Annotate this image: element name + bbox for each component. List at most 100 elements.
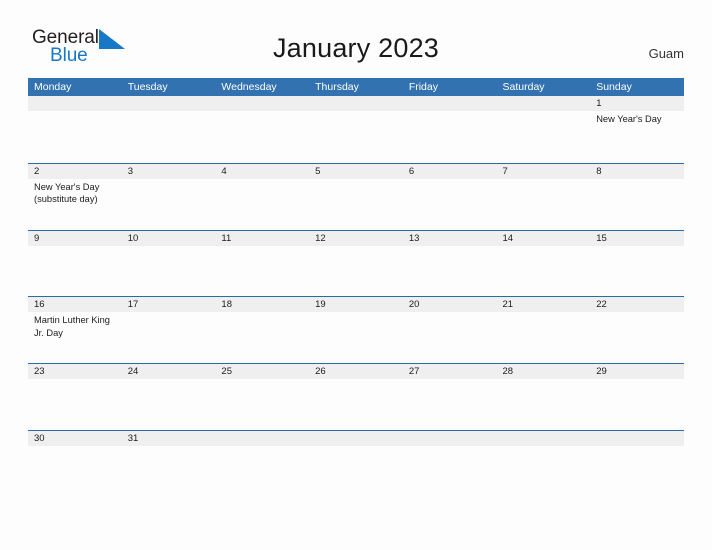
day-event [497,111,591,162]
day-event [403,379,497,430]
day-number[interactable]: 13 [403,231,497,246]
week-number-band: 2 3 4 5 6 7 8 [28,163,684,179]
day-event [590,379,684,430]
day-number[interactable] [403,96,497,111]
day-number[interactable] [28,96,122,111]
day-event: New Year's Day (substitute day) [34,181,100,205]
day-number[interactable]: 25 [215,364,309,379]
day-event [497,312,591,363]
day-event [122,246,216,297]
day-number[interactable] [215,96,309,111]
day-event [590,446,684,497]
day-event [28,111,122,162]
week-row: 9 10 11 12 13 14 15 [28,229,684,297]
calendar-grid: Monday Tuesday Wednesday Thursday Friday… [28,78,684,497]
day-event: Martin Luther King Jr. Day [34,315,110,338]
day-number[interactable]: 22 [590,297,684,312]
page-header: General Blue January 2023 Guam [0,0,712,78]
weekday-header-wednesday: Wednesday [221,81,277,93]
week-row: 30 31 [28,429,684,497]
day-number[interactable]: 6 [403,164,497,179]
day-event [215,246,309,297]
day-number[interactable]: 17 [122,297,216,312]
day-number[interactable]: 11 [215,231,309,246]
day-number[interactable]: 23 [28,364,122,379]
day-number[interactable]: 18 [215,297,309,312]
day-number[interactable]: 10 [122,231,216,246]
day-event [309,179,403,230]
day-event [403,312,497,363]
week-number-band: 9 10 11 12 13 14 15 [28,230,684,246]
weekday-header-saturday: Saturday [502,81,545,93]
day-number[interactable]: 26 [309,364,403,379]
day-event [590,246,684,297]
day-number[interactable]: 15 [590,231,684,246]
day-number[interactable]: 27 [403,364,497,379]
day-event [122,312,216,363]
day-number[interactable] [215,431,309,446]
day-event [215,111,309,162]
day-event [309,446,403,497]
day-number[interactable]: 12 [309,231,403,246]
week-event-band [28,445,684,497]
day-number[interactable]: 7 [497,164,591,179]
day-number[interactable] [497,96,591,111]
calendar-location-label: Guam [648,46,684,61]
day-event [122,379,216,430]
day-number[interactable]: 9 [28,231,122,246]
day-event [215,446,309,497]
day-number[interactable]: 2 [28,164,122,179]
day-number[interactable]: 24 [122,364,216,379]
week-event-band [28,379,684,431]
day-event [122,179,216,230]
day-number[interactable]: 31 [122,431,216,446]
day-event [403,179,497,230]
day-event [309,312,403,363]
day-event [28,246,122,297]
day-number[interactable] [403,431,497,446]
day-event [122,446,216,497]
day-number[interactable]: 16 [28,297,122,312]
day-event [215,312,309,363]
day-number[interactable]: 14 [497,231,591,246]
week-row: 16 17 18 19 20 21 22 Martin Luther King … [28,296,684,364]
day-event [403,246,497,297]
day-number[interactable]: 20 [403,297,497,312]
day-number[interactable]: 3 [122,164,216,179]
week-number-band: 23 24 25 26 27 28 29 [28,364,684,380]
day-number[interactable] [122,96,216,111]
day-event [497,246,591,297]
day-event [309,246,403,297]
day-number[interactable] [497,431,591,446]
day-event [28,379,122,430]
weekday-header-thursday: Thursday [315,81,359,93]
day-number[interactable]: 30 [28,431,122,446]
day-number[interactable]: 8 [590,164,684,179]
day-number[interactable] [590,431,684,446]
day-event [497,179,591,230]
day-event [215,379,309,430]
day-number[interactable]: 28 [497,364,591,379]
day-event [28,446,122,497]
day-event [309,111,403,162]
day-number[interactable] [309,96,403,111]
day-event [497,379,591,430]
week-number-band: 30 31 [28,430,684,446]
day-number[interactable]: 4 [215,164,309,179]
day-number[interactable]: 5 [309,164,403,179]
day-event [403,111,497,162]
day-number[interactable]: 29 [590,364,684,379]
weekday-header-row: Monday Tuesday Wednesday Thursday Friday… [28,78,684,96]
day-event [590,179,684,230]
day-number[interactable] [309,431,403,446]
day-event [215,179,309,230]
weekday-header-friday: Friday [408,81,438,93]
day-number[interactable]: 19 [309,297,403,312]
day-event [403,446,497,497]
day-number[interactable]: 21 [497,297,591,312]
week-event-band: New Year's Day (substitute day) [28,178,684,230]
week-event-band: Martin Luther King Jr. Day [28,312,684,364]
week-row: 1 New Year's Day [28,96,684,163]
day-number[interactable]: 1 [590,96,684,111]
week-row: 23 24 25 26 27 28 29 [28,363,684,431]
